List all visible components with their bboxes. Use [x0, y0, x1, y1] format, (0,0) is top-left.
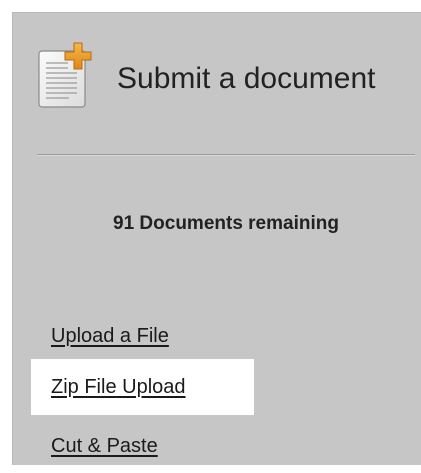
upload-file-link[interactable]: Upload a File	[51, 325, 169, 348]
header-divider	[37, 154, 415, 156]
cut-and-paste-link[interactable]: Cut & Paste	[51, 435, 158, 458]
page-title: Submit a document	[117, 62, 376, 95]
upload-file-row: Upload a File	[37, 309, 247, 363]
zip-file-upload-row: Zip File Upload	[31, 359, 254, 415]
zip-file-upload-link[interactable]: Zip File Upload	[51, 376, 186, 399]
documents-remaining-status: 91 Documents remaining	[113, 213, 339, 234]
submit-document-panel: Submit a document 91 Documents remaining…	[12, 12, 421, 465]
document-add-icon	[37, 41, 97, 111]
